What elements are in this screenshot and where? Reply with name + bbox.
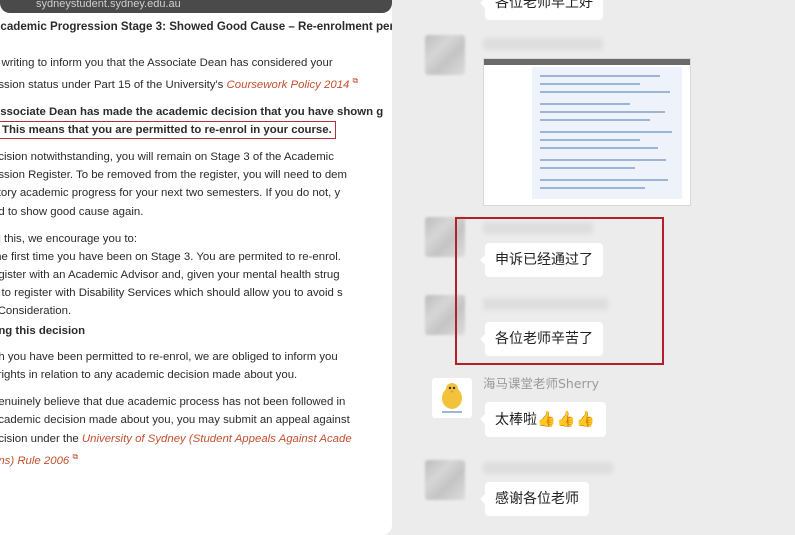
encourage-line: egister with an Academic Advisor and, gi… [0, 268, 340, 281]
appeal-line: ons) Rule 2006 ⧉ [0, 448, 392, 470]
avatar[interactable] [425, 460, 465, 500]
appeal-heading: ling this decision [0, 325, 86, 338]
avatar[interactable] [425, 35, 465, 75]
email-panel: sydneystudent.sydney.edu.au Academic Pro… [0, 0, 392, 535]
email-intro-line: e writing to inform you that the Associa… [0, 57, 333, 70]
browser-url-bar[interactable]: sydneystudent.sydney.edu.au [0, 0, 392, 13]
appeal-line: gh you have been permitted to re-enrol, … [0, 351, 338, 364]
chat-bubble[interactable]: 感谢各位老师 [480, 482, 589, 516]
notwithstanding-line: ession Register. To be removed from the … [0, 169, 347, 182]
sender-name-blurred [483, 462, 613, 474]
encourage-line: l Consideration. [0, 305, 72, 318]
thumbs-up-icon: 👍👍👍 [537, 410, 597, 428]
message-text: 太棒啦 [495, 412, 537, 428]
email-intro-line: ession status under Part 15 of the Unive… [0, 76, 359, 91]
url-text: sydneystudent.sydney.edu.au [36, 0, 181, 10]
permitted-line: This means that you are permitted to re-… [0, 121, 392, 140]
appeals-rule-link-cont[interactable]: ons) Rule 2006 [0, 454, 69, 466]
chat-bubble[interactable]: 太棒啦👍👍👍 [479, 402, 607, 437]
external-link-icon: ⧉ [352, 76, 359, 86]
appeal-line: academic decision made about you, you ma… [0, 414, 350, 427]
appeal-line: l rights in relation to any academic dec… [0, 369, 298, 382]
coursework-policy-link[interactable]: Coursework Policy 2014 [227, 79, 350, 91]
decision-line: Associate Dean has made the academic dec… [0, 106, 384, 119]
external-link-icon: ⧉ [72, 451, 79, 461]
image-titlebar [484, 59, 690, 65]
notwithstanding-line: ecision notwithstanding, you will remain… [0, 151, 334, 164]
email-body: Academic Progression Stage 3: Showed Goo… [0, 18, 392, 470]
notwithstanding-line: ctory academic progress for your next tw… [0, 187, 341, 200]
encourage-line: the first time you have been on Stage 3.… [0, 250, 341, 263]
bird-mascot-icon [442, 383, 462, 413]
image-message[interactable] [483, 58, 691, 206]
highlight-rectangle [455, 217, 664, 365]
teacher-avatar[interactable] [432, 378, 472, 418]
sender-name: 海马课堂老师Sherry [483, 376, 600, 391]
appeals-rule-link[interactable]: University of Sydney (Student Appeals Ag… [82, 433, 352, 445]
encourage-line: d to register with Disability Services w… [0, 286, 343, 299]
encourage-line: id this, we encourage you to: [0, 232, 138, 245]
notwithstanding-line: ed to show good cause again. [0, 205, 144, 218]
email-subject: Academic Progression Stage 3: Showed Goo… [0, 20, 392, 33]
chat-bubble[interactable]: 各位老师早上好 [480, 0, 603, 20]
sender-name-blurred [483, 38, 603, 50]
image-page [532, 67, 682, 199]
appeal-line: ecision under the University of Sydney (… [0, 432, 352, 445]
appeal-line: genuinely believe that due academic proc… [0, 396, 346, 409]
highlight-box: This means that you are permitted to re-… [0, 121, 336, 140]
